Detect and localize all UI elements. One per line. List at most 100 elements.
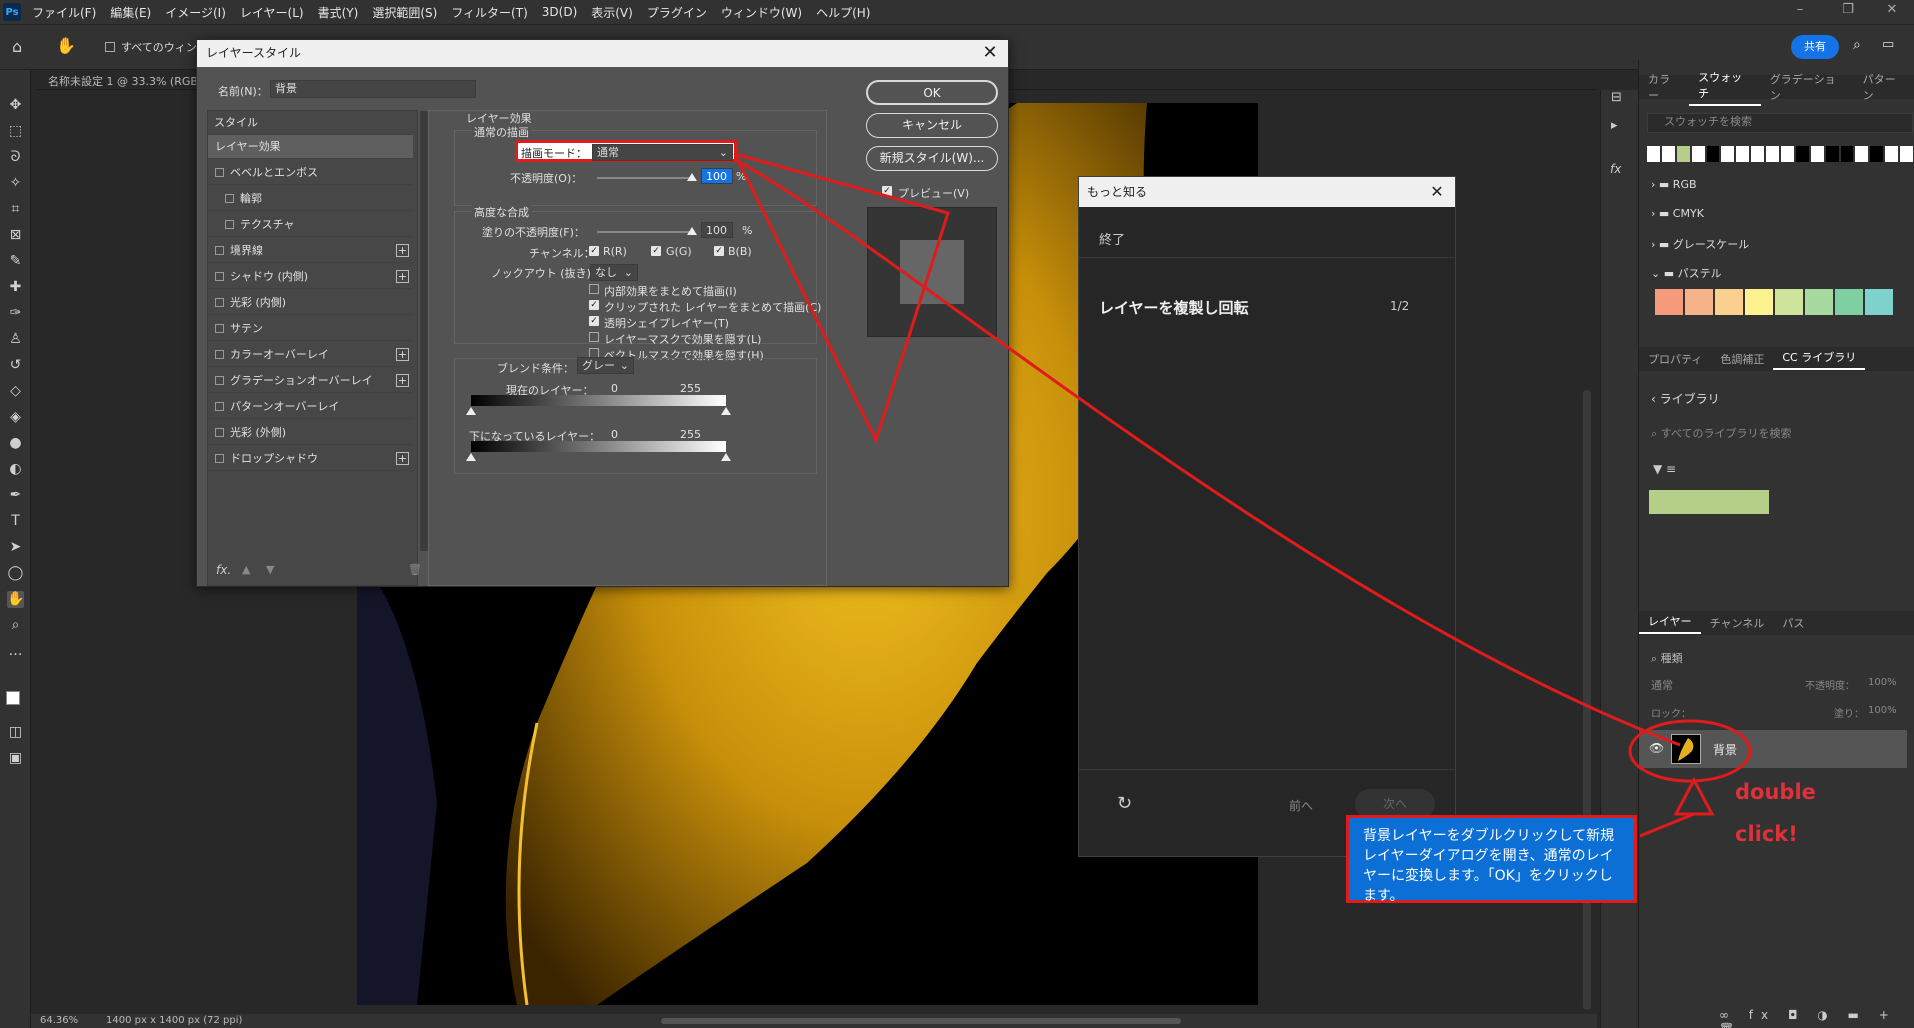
add-effect-icon[interactable]: +	[396, 374, 409, 387]
paint-bucket-tool-icon[interactable]: ◈	[7, 409, 24, 426]
preview-checkbox[interactable]: ✓	[882, 186, 892, 196]
menu-type[interactable]: 書式(Y)	[311, 4, 366, 21]
horizontal-scrollbar[interactable]	[661, 1018, 1181, 1024]
blend-if-select[interactable]: グレー ⌄	[577, 357, 634, 374]
style-item[interactable]: パターンオーバーレイ	[208, 395, 413, 419]
tab-cc-libraries[interactable]: CC ライブラリ	[1773, 349, 1866, 370]
restore-icon[interactable]: ❐	[1828, 0, 1868, 22]
tab-swatches[interactable]: スウォッチ	[1689, 69, 1761, 106]
home-icon[interactable]: ⌂	[12, 37, 32, 57]
restart-icon[interactable]: ↻	[1117, 793, 1132, 814]
style-item-checkbox[interactable]	[215, 402, 224, 411]
menu-edit[interactable]: 編集(E)	[103, 4, 158, 21]
pastel-swatch[interactable]	[1805, 289, 1833, 315]
menu-file[interactable]: ファイル(F)	[25, 4, 103, 21]
tab-adjustments[interactable]: 色調補正	[1711, 351, 1773, 367]
add-effect-icon[interactable]: +	[396, 452, 409, 465]
recent-swatch[interactable]	[1661, 146, 1675, 162]
tab-paths[interactable]: パス	[1773, 615, 1813, 631]
advanced-option-checkbox[interactable]	[589, 284, 599, 294]
advanced-option-checkbox[interactable]: ✓	[589, 316, 599, 326]
style-item[interactable]: サテン	[208, 317, 413, 341]
style-item-checkbox[interactable]	[215, 324, 224, 333]
dodge-tool-icon[interactable]: ◐	[7, 461, 24, 478]
swatch-group-cmyk[interactable]: › ▬ CMYK	[1651, 207, 1704, 220]
tab-color[interactable]: カラー	[1639, 71, 1689, 103]
workspace-icon[interactable]: ▭	[1882, 37, 1900, 55]
swatch-search-input[interactable]: スウォッチを検索	[1647, 113, 1913, 133]
opacity-slider-thumb[interactable]	[687, 173, 697, 181]
style-item-checkbox[interactable]	[215, 454, 224, 463]
pen-tool-icon[interactable]: ✒	[7, 487, 24, 504]
history-brush-tool-icon[interactable]: ↺	[7, 357, 24, 374]
channel-b-checkbox[interactable]: ✓	[714, 246, 724, 256]
recent-swatch[interactable]	[1721, 146, 1735, 162]
layer-opacity-value[interactable]: 100%	[1868, 677, 1897, 688]
tab-channels[interactable]: チャンネル	[1701, 615, 1774, 631]
style-item-checkbox[interactable]	[215, 272, 224, 281]
style-item[interactable]: 境界線 +	[208, 239, 413, 263]
libraries-back[interactable]: ‹ ライブラリ	[1651, 390, 1720, 407]
style-item[interactable]: 輪郭	[208, 187, 413, 211]
visibility-eye-icon[interactable]: 👁	[1649, 741, 1664, 755]
style-item[interactable]: ベベルとエンボス	[208, 161, 413, 185]
shape-tool-icon[interactable]: ◯	[7, 565, 24, 582]
recent-swatch[interactable]	[1825, 146, 1839, 162]
current-layer-white-thumb[interactable]	[721, 407, 731, 415]
menu-help[interactable]: ヘルプ(H)	[809, 4, 877, 21]
style-item-checkbox[interactable]	[215, 298, 224, 307]
fx-panel-icon[interactable]: fx	[1610, 162, 1630, 180]
recent-swatch[interactable]	[1840, 146, 1854, 162]
zoom-level[interactable]: 64.36%	[40, 1015, 78, 1026]
fill-opacity-slider[interactable]	[597, 231, 693, 233]
underlying-layer-white-thumb[interactable]	[721, 453, 731, 461]
tab-gradients[interactable]: グラデーション	[1761, 71, 1854, 103]
eyedropper-tool-icon[interactable]: ✎	[7, 253, 24, 270]
share-button[interactable]: 共有	[1791, 35, 1839, 59]
delete-effect-icon[interactable]: 🗑	[408, 563, 422, 576]
magic-wand-tool-icon[interactable]: ✧	[7, 175, 24, 192]
window-close-icon[interactable]: ✕	[1872, 0, 1912, 22]
style-item[interactable]: テクスチャ	[208, 213, 413, 237]
cancel-button[interactable]: キャンセル	[866, 113, 998, 138]
vertical-scrollbar[interactable]	[1583, 390, 1591, 1010]
fill-opacity-input[interactable]: 100	[701, 222, 733, 238]
foreground-color-swatch[interactable]	[6, 691, 20, 705]
menu-select[interactable]: 選択範囲(S)	[365, 4, 444, 21]
add-effect-icon[interactable]: +	[396, 270, 409, 283]
style-item[interactable]: ドロップシャドウ +	[208, 447, 413, 471]
new-style-button[interactable]: 新規スタイル(W)...	[866, 146, 998, 171]
fill-opacity-thumb[interactable]	[687, 227, 697, 235]
recent-swatch[interactable]	[1855, 146, 1869, 162]
recent-swatch[interactable]	[1676, 146, 1690, 162]
learn-done-link[interactable]: 終了	[1099, 229, 1125, 248]
current-layer-black-thumb[interactable]	[466, 407, 476, 415]
hand-tool-active-icon[interactable]: ✋	[7, 591, 24, 608]
style-item-checkbox[interactable]	[215, 376, 224, 385]
move-tool-icon[interactable]: ✥	[7, 97, 24, 114]
opacity-slider[interactable]	[597, 177, 693, 179]
search-icon[interactable]: ⌕	[1853, 37, 1871, 55]
recent-swatch[interactable]	[1736, 146, 1750, 162]
marquee-tool-icon[interactable]: ⬚	[7, 123, 24, 140]
library-item[interactable]	[1649, 490, 1769, 514]
pastel-swatch[interactable]	[1685, 289, 1713, 315]
advanced-option-checkbox[interactable]: ✓	[589, 300, 599, 310]
style-item-checkbox[interactable]	[225, 194, 234, 203]
recent-swatch[interactable]	[1691, 146, 1705, 162]
hand-tool-icon[interactable]: ✋	[56, 36, 76, 56]
actions-panel-icon[interactable]: ▸	[1611, 118, 1629, 136]
add-effect-icon[interactable]: +	[396, 244, 409, 257]
recent-swatch[interactable]	[1885, 146, 1899, 162]
minimize-icon[interactable]: –	[1780, 0, 1820, 22]
swatch-group-rgb[interactable]: › ▬ RGB	[1651, 178, 1697, 191]
more-tools-icon[interactable]: …	[7, 643, 24, 660]
recent-swatch[interactable]	[1706, 146, 1720, 162]
recent-swatch[interactable]	[1810, 146, 1824, 162]
quick-mask-icon[interactable]: ◫	[7, 724, 24, 741]
style-item[interactable]: レイヤー効果	[208, 135, 413, 159]
channel-r-checkbox[interactable]: ✓	[589, 246, 599, 256]
pastel-swatch[interactable]	[1865, 289, 1893, 315]
dialog-close-icon[interactable]: ✕	[980, 43, 1000, 63]
all-windows-checkbox[interactable]	[105, 42, 115, 52]
